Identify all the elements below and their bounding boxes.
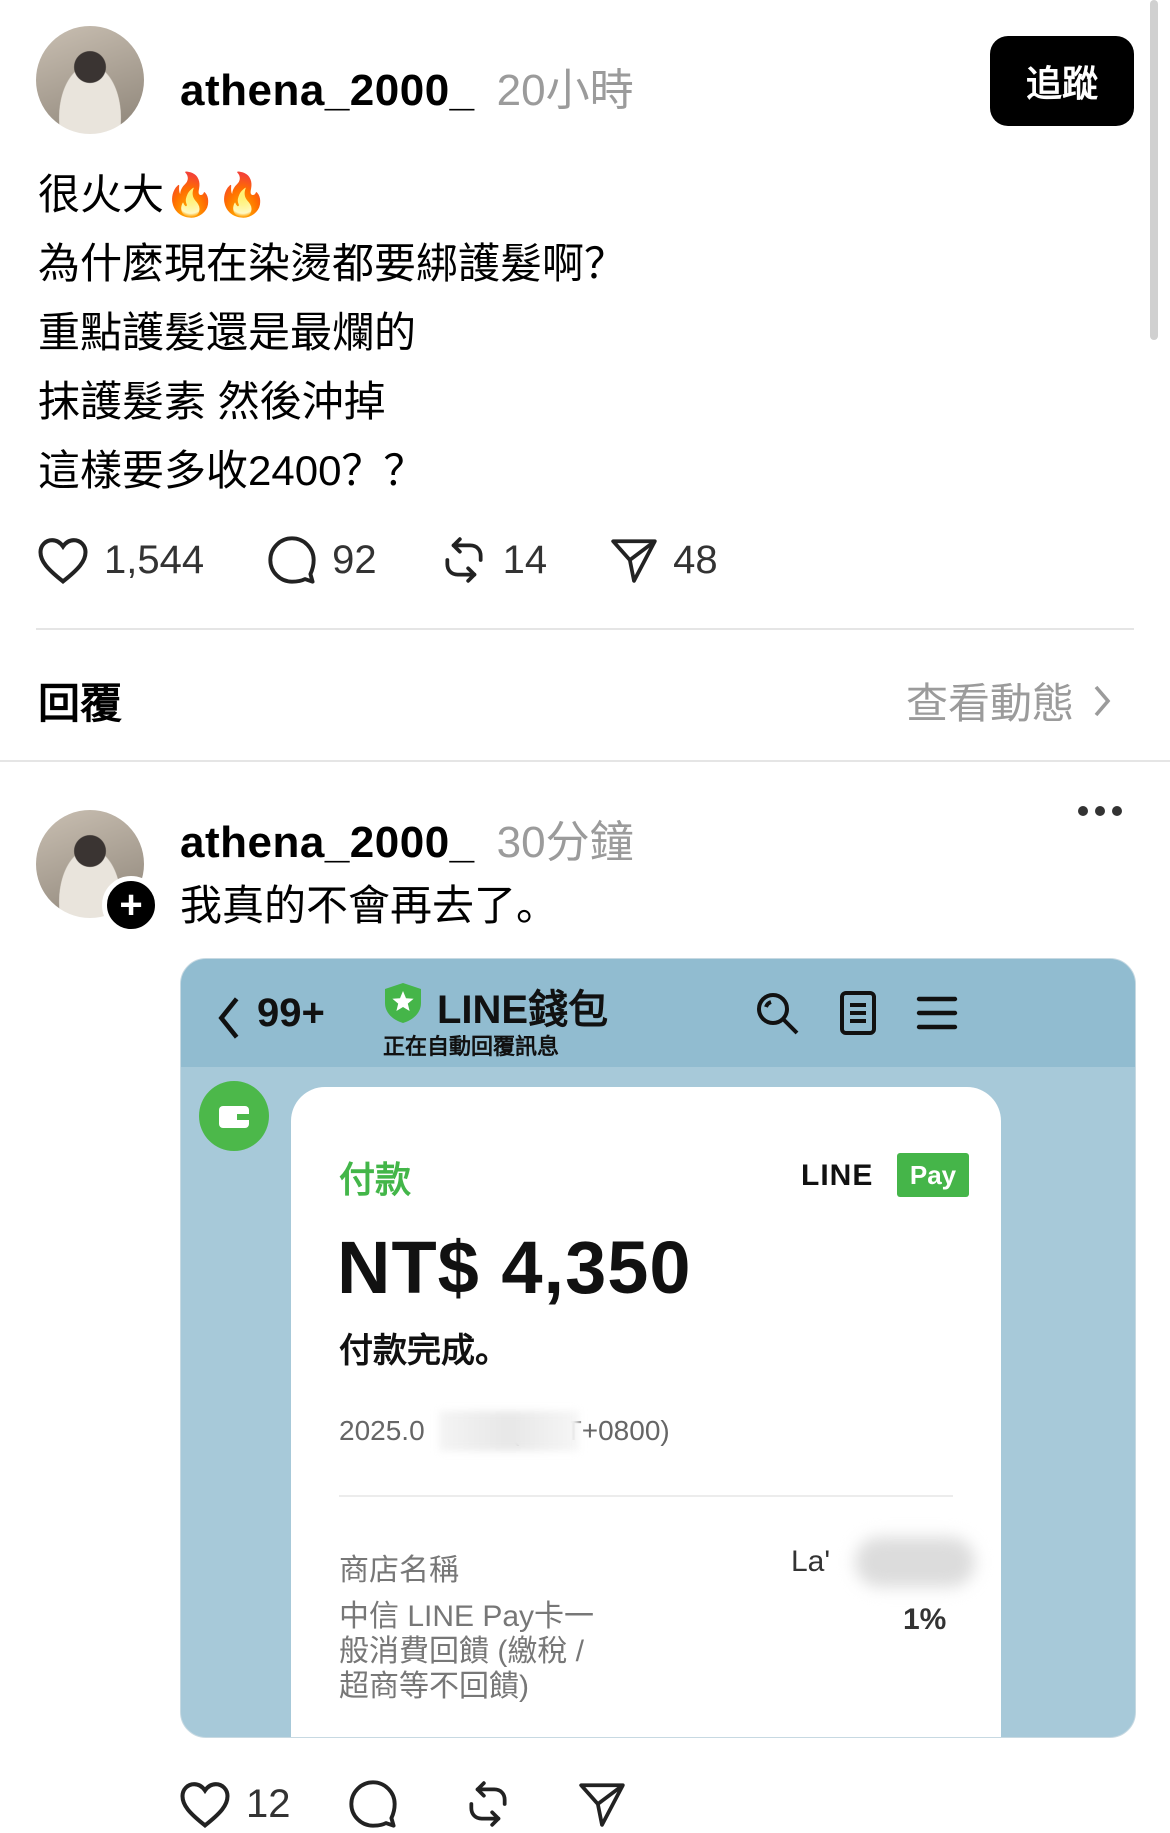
back-chevron-icon bbox=[218, 997, 239, 1039]
chat-name: LINE錢包 bbox=[437, 988, 609, 1032]
shield-icon bbox=[385, 983, 421, 1023]
reply-actions: 12 bbox=[178, 1778, 627, 1830]
cashback-label: 中信 LINE Pay卡一 般消費回饋 (繳稅 / 超商等不回饋) bbox=[339, 1600, 595, 1703]
reply-comment-button[interactable] bbox=[347, 1778, 399, 1830]
reply-share-button[interactable] bbox=[577, 1779, 627, 1829]
reply-like-count: 12 bbox=[246, 1781, 291, 1826]
repost-icon bbox=[468, 1781, 507, 1827]
line-pay-logo-pay: Pay bbox=[897, 1153, 969, 1197]
payment-card: 付款 LINE Pay NT$ 4,350 付款完成。 2025.0 (GMT+… bbox=[291, 1087, 1001, 1737]
redaction-blur bbox=[439, 1411, 579, 1451]
reply-username[interactable]: athena_2000_ bbox=[180, 818, 475, 868]
post-actions: 1,544 92 14 48 bbox=[36, 534, 718, 586]
comment-button[interactable]: 92 bbox=[266, 534, 377, 586]
chat-subtitle: 正在自動回覆訊息 bbox=[383, 1034, 560, 1059]
reply-repost-button[interactable] bbox=[463, 1779, 513, 1829]
view-activity-label: 查看動態 bbox=[905, 680, 1074, 727]
replies-title: 回覆 bbox=[38, 680, 123, 727]
send-icon bbox=[611, 539, 657, 583]
divider bbox=[36, 628, 1134, 630]
payment-status: 付款完成。 bbox=[339, 1332, 509, 1370]
store-name-value: La' bbox=[791, 1545, 831, 1578]
post-username[interactable]: athena_2000_ bbox=[180, 66, 475, 116]
card-divider bbox=[339, 1495, 953, 1497]
follow-plus-icon[interactable]: + bbox=[102, 876, 160, 934]
reply-time: 30分鐘 bbox=[496, 818, 634, 867]
send-icon bbox=[578, 1783, 625, 1827]
unread-count: 99+ bbox=[257, 991, 325, 1035]
more-options-icon[interactable] bbox=[1078, 806, 1122, 816]
post-body: 很火大🔥🔥 為什麼現在染燙都要綁護髮啊？ 重點護髮還是最爛的 抹護髮素 然後沖掉… bbox=[38, 171, 627, 494]
view-activity-link[interactable]: 查看動態 bbox=[906, 670, 1112, 731]
post-time: 20小時 bbox=[496, 66, 634, 115]
comment-count: 92 bbox=[332, 537, 377, 582]
payment-amount: NT$ 4,350 bbox=[337, 1226, 692, 1309]
reply-image[interactable]: 99+ LINE錢包 正在自動回覆訊息 付款 LINE Pay NT$ 4,35… bbox=[180, 958, 1136, 1738]
repost-icon bbox=[445, 537, 483, 583]
payment-label: 付款 bbox=[339, 1159, 412, 1200]
scrollbar[interactable] bbox=[1150, 0, 1158, 340]
store-name-label: 商店名稱 bbox=[339, 1554, 459, 1587]
redaction-blur bbox=[855, 1537, 975, 1587]
share-button[interactable]: 48 bbox=[609, 534, 718, 586]
heart-icon bbox=[180, 1782, 230, 1828]
menu-icon bbox=[916, 996, 958, 1030]
wallet-icon bbox=[199, 1081, 269, 1151]
repost-button[interactable]: 14 bbox=[439, 534, 548, 586]
cashback-value: 1% bbox=[903, 1603, 947, 1636]
chat-header: 99+ LINE錢包 正在自動回覆訊息 bbox=[181, 959, 1135, 1067]
avatar[interactable] bbox=[36, 26, 144, 134]
like-button[interactable]: 1,544 bbox=[36, 534, 204, 586]
search-icon bbox=[757, 993, 799, 1035]
notes-icon bbox=[840, 991, 876, 1035]
heart-icon bbox=[38, 538, 88, 584]
line-pay-logo-line: LINE bbox=[801, 1159, 874, 1192]
repost-count: 14 bbox=[502, 537, 548, 582]
like-count: 1,544 bbox=[104, 537, 205, 582]
follow-button[interactable]: 追蹤 bbox=[990, 36, 1134, 126]
section-divider bbox=[0, 760, 1170, 762]
comment-icon bbox=[268, 536, 316, 584]
chevron-right-icon bbox=[1094, 685, 1111, 716]
reply-body: 我真的不會再去了。 bbox=[180, 882, 559, 929]
share-count: 48 bbox=[673, 537, 718, 582]
reply-like-button[interactable]: 12 bbox=[178, 1779, 291, 1829]
comment-icon bbox=[348, 1780, 397, 1828]
